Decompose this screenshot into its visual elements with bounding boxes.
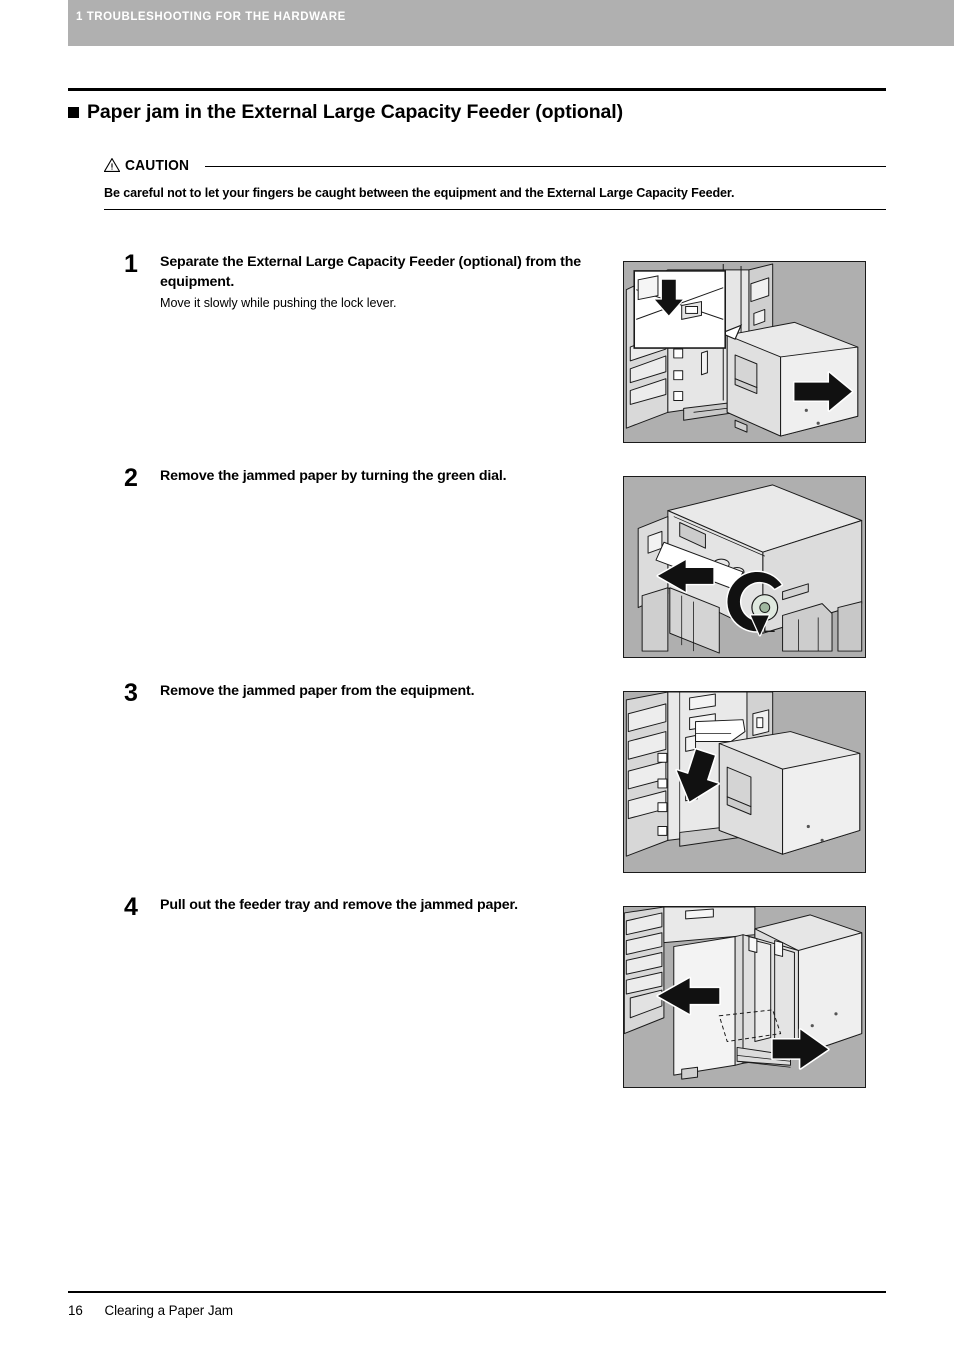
caution-label: CAUTION xyxy=(125,156,190,174)
step-body: Pull out the feeder tray and remove the … xyxy=(160,895,590,915)
figure-green-dial-art xyxy=(637,484,863,654)
footer-section-label: Clearing a Paper Jam xyxy=(104,1303,233,1318)
step-number: 3 xyxy=(124,679,138,707)
caution-header: CAUTION xyxy=(104,155,886,175)
step-title: Pull out the feeder tray and remove the … xyxy=(160,897,518,913)
step-subtext: Move it slowly while pushing the lock le… xyxy=(160,296,397,311)
figure-separate-feeder xyxy=(623,261,866,443)
step-body: Separate the External Large Capacity Fee… xyxy=(160,252,590,313)
figure-pull-feeder-tray xyxy=(623,906,866,1088)
step-body: Remove the jammed paper by turning the g… xyxy=(160,466,590,486)
page-footer: 16 Clearing a Paper Jam xyxy=(68,1303,233,1318)
step-number: 1 xyxy=(124,250,138,278)
step-title: Remove the jammed paper by turning the g… xyxy=(160,468,507,484)
section-title-rule xyxy=(68,88,886,91)
running-header-bar xyxy=(68,0,954,46)
step-title: Separate the External Large Capacity Fee… xyxy=(160,254,582,291)
warning-triangle-icon xyxy=(104,158,120,172)
footer-page-number: 16 xyxy=(68,1303,83,1318)
page-title-text: Paper jam in the External Large Capacity… xyxy=(87,101,624,123)
figure-green-dial xyxy=(623,476,866,658)
figure-remove-from-equipment-art xyxy=(625,692,861,857)
step-body: Remove the jammed paper from the equipme… xyxy=(160,681,590,701)
caution-text: Be careful not to let your fingers be ca… xyxy=(104,186,735,200)
running-header-text: 1 TROUBLESHOOTING FOR THE HARDWARE xyxy=(76,11,346,23)
footer-rule xyxy=(68,1291,886,1293)
caution-header-rule xyxy=(204,165,886,167)
step-number: 2 xyxy=(124,464,138,492)
page-title: Paper jam in the External Large Capacity… xyxy=(68,101,888,124)
figure-remove-from-equipment xyxy=(623,691,866,873)
square-bullet-icon xyxy=(68,107,79,118)
callout-lock-lever xyxy=(633,270,743,349)
figure-separate-feeder-art xyxy=(625,263,859,437)
step-number: 4 xyxy=(124,893,138,921)
caution-block: CAUTION Be careful not to let your finge… xyxy=(104,155,886,210)
step-title: Remove the jammed paper from the equipme… xyxy=(160,683,475,699)
figure-pull-feeder-tray-art xyxy=(624,907,863,1080)
caution-bottom-rule xyxy=(104,209,886,210)
